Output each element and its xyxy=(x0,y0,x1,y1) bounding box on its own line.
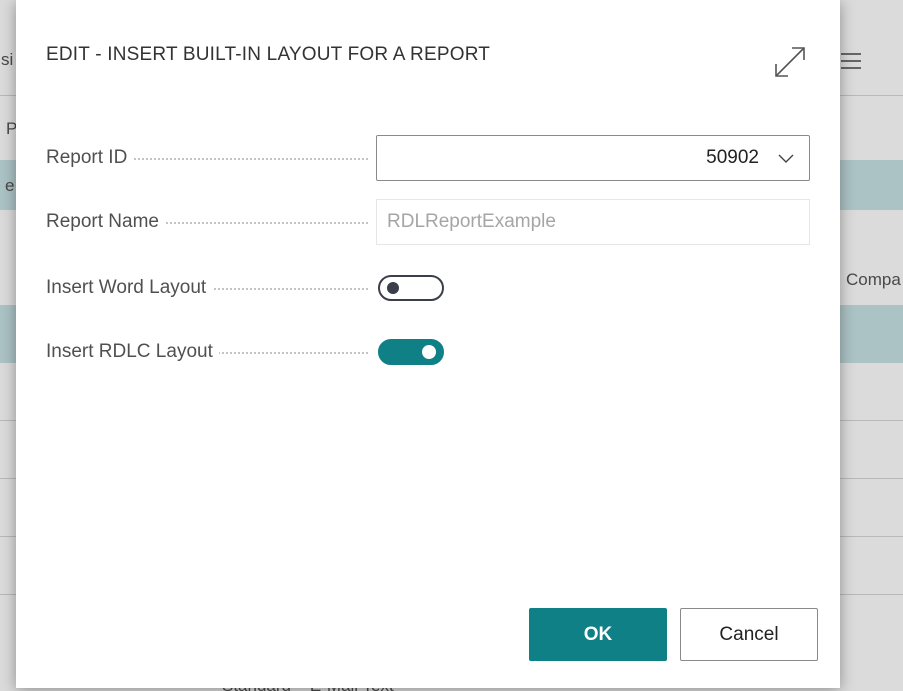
report-name-row: Report Name RDLReportExample xyxy=(46,199,812,245)
insert-layout-dialog: EDIT - INSERT BUILT-IN LAYOUT FOR A REPO… xyxy=(16,0,840,688)
chevron-down-icon[interactable] xyxy=(777,150,795,168)
report-id-row: Report ID 50902 xyxy=(46,135,812,181)
report-name-label: Report Name xyxy=(46,211,165,233)
insert-rdlc-layout-row: Insert RDLC Layout xyxy=(46,329,812,375)
report-id-label: Report ID xyxy=(46,147,134,169)
toggle-knob xyxy=(422,345,436,359)
report-name-field: RDLReportExample xyxy=(376,199,810,245)
ok-button[interactable]: OK xyxy=(529,608,667,661)
expand-icon[interactable] xyxy=(770,42,810,82)
report-name-value: RDLReportExample xyxy=(387,211,556,232)
insert-word-layout-label: Insert Word Layout xyxy=(46,277,213,299)
report-id-value: 50902 xyxy=(706,147,759,168)
cancel-button[interactable]: Cancel xyxy=(680,608,818,661)
insert-word-layout-row: Insert Word Layout xyxy=(46,265,812,311)
toggle-knob xyxy=(387,282,399,294)
insert-rdlc-layout-label: Insert RDLC Layout xyxy=(46,341,219,363)
insert-rdlc-layout-toggle[interactable] xyxy=(378,339,444,365)
screen: si P e Compa Standard E-Mail Text EDIT -… xyxy=(0,0,903,691)
dialog-title: EDIT - INSERT BUILT-IN LAYOUT FOR A REPO… xyxy=(46,44,491,65)
report-id-dropdown[interactable]: 50902 xyxy=(376,135,810,181)
insert-word-layout-toggle[interactable] xyxy=(378,275,444,301)
